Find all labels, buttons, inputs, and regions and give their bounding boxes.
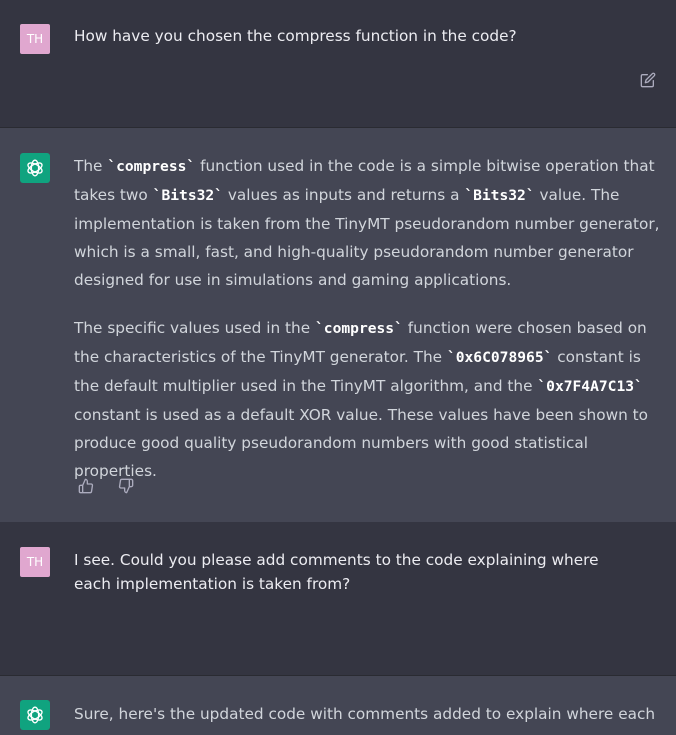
message-text: How have you chosen the compress functio… [74,27,517,45]
user-message-text: I see. Could you please add comments to … [74,548,634,596]
message-text: Sure, here's the updated code with comme… [74,705,656,723]
thumbs-up-icon [78,478,94,494]
openai-logo-icon [27,159,43,177]
user-message-2: TH I see. Could you please add comments … [0,522,676,676]
thumbs-up-button[interactable] [76,476,96,496]
assistant-avatar [20,153,50,183]
assistant-message-1: The `compress` function used in the code… [0,128,676,522]
user-avatar: TH [20,24,50,54]
inline-code: `compress` [315,320,403,337]
edit-message-button[interactable] [638,70,658,90]
thumbs-down-button[interactable] [116,476,136,496]
thumbs-down-icon [118,478,134,494]
assistant-message-2: Sure, here's the updated code with comme… [0,676,676,735]
inline-code: `0x6C078965` [446,349,553,366]
assistant-avatar [20,700,50,730]
message-text: I see. Could you please add comments to … [74,551,599,593]
user-avatar-initials: TH [26,32,44,46]
assistant-message-text: Sure, here's the updated code with comme… [74,700,664,728]
edit-icon [640,72,656,88]
inline-code: `0x7F4A7C13` [537,378,643,395]
inline-code: `compress` [107,158,196,175]
assistant-message-text: The `compress` function used in the code… [74,152,664,485]
assistant-paragraph-2: The specific values used in the `compres… [74,319,648,480]
user-avatar: TH [20,547,50,577]
user-message-text: How have you chosen the compress functio… [74,24,664,48]
user-avatar-initials: TH [26,555,44,569]
inline-code: `Bits32` [464,187,535,204]
assistant-paragraph-1: The `compress` function used in the code… [74,157,660,289]
openai-logo-icon [27,706,43,724]
user-message-1: TH How have you chosen the compress func… [0,0,676,128]
inline-code: `Bits32` [152,187,223,204]
